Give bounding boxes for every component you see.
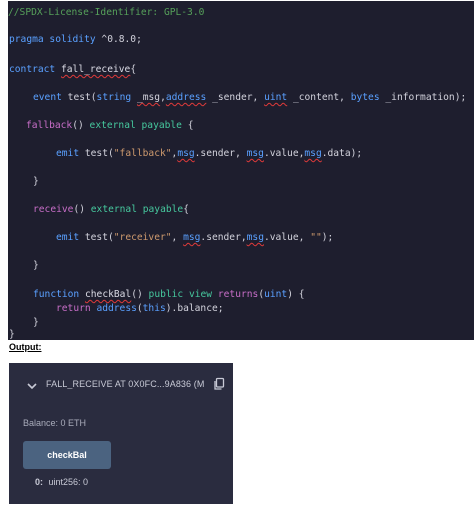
code-line: event test(string _msg,address _sender, … xyxy=(33,92,467,103)
code-line: pragma solidity ^0.8.0; xyxy=(9,34,142,45)
deployed-contract-panel: FALL_RECEIVE AT 0X0FC...9A836 (M Balance… xyxy=(9,363,233,504)
code-line: } xyxy=(33,317,39,328)
copy-icon[interactable] xyxy=(212,377,226,391)
contract-instance-name: FALL_RECEIVE AT 0X0FC...9A836 (M xyxy=(46,379,204,389)
code-line: emit test("receiver", msg.sender,msg.val… xyxy=(56,232,334,243)
call-result: 0: uint256: 0 xyxy=(35,477,88,487)
result-value: uint256: 0 xyxy=(48,477,89,487)
deployed-contract-header[interactable]: FALL_RECEIVE AT 0X0FC...9A836 (M xyxy=(9,375,233,397)
code-line: //SPDX-License-Identifier: GPL-3.0 xyxy=(8,6,204,20)
code-line: } xyxy=(9,329,15,340)
check-bal-button[interactable]: checkBal xyxy=(23,441,111,469)
output-heading: Output: xyxy=(9,342,42,352)
code-line-text: //SPDX-License-Identifier: GPL-3.0 xyxy=(8,7,205,18)
code-editor[interactable]: //SPDX-License-Identifier: GPL-3.0 pragm… xyxy=(8,1,474,340)
code-line: emit test("fallback",msg.sender, msg.val… xyxy=(56,148,363,159)
chevron-down-icon[interactable] xyxy=(26,379,38,391)
code-line: return address(this).balance; xyxy=(56,303,224,314)
code-line: receive() external payable{ xyxy=(33,204,189,215)
code-line: } xyxy=(33,260,39,271)
result-index: 0: xyxy=(35,477,44,487)
code-line: fallback() external payable { xyxy=(26,120,194,131)
code-line: contract fall_receive{ xyxy=(9,64,137,75)
code-line: } xyxy=(33,176,39,187)
code-line: function checkBal() public view returns(… xyxy=(33,289,305,300)
contract-balance: Balance: 0 ETH xyxy=(23,418,87,428)
